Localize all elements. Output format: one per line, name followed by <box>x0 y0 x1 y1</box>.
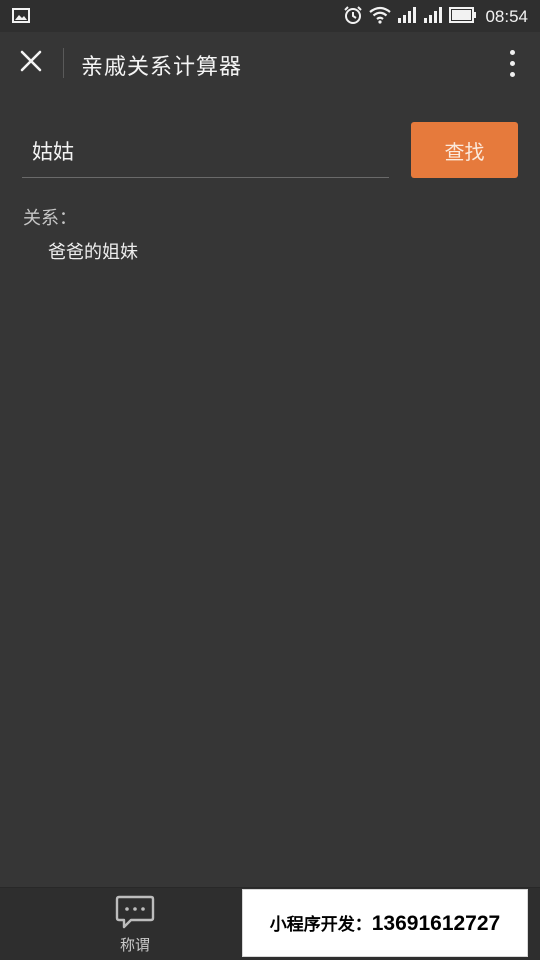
page-title: 亲戚关系计算器 <box>81 55 243 80</box>
alarm-icon <box>343 5 363 29</box>
search-button[interactable]: 查找 <box>411 122 518 178</box>
wifi-icon <box>369 6 392 28</box>
more-vertical-icon <box>509 49 515 55</box>
relation-label: 关系： <box>23 208 77 229</box>
ad-text: 小程序开发：13691612727 <box>270 910 500 936</box>
search-input[interactable] <box>22 124 389 178</box>
close-icon <box>20 50 42 76</box>
ad-banner: 小程序开发：13691612727 <box>242 889 528 957</box>
battery-icon <box>449 7 477 27</box>
signal-icon <box>397 6 417 28</box>
more-dot <box>509 71 515 77</box>
status-time: 08:54 <box>485 7 528 26</box>
more-button[interactable] <box>500 46 524 80</box>
more-dot <box>509 60 515 66</box>
relation-value: 爸爸的姐妹 <box>48 242 138 263</box>
app-screen: 08:54 亲戚关系计算器 查找 关系： 爸爸的姐妹 <box>0 0 540 960</box>
title-divider <box>63 48 64 78</box>
ad-label: 小程序开发： <box>269 915 372 934</box>
signal-icon <box>423 6 443 28</box>
title-bar: 亲戚关系计算器 <box>0 32 540 94</box>
ad-phone: 13691612727 <box>371 912 501 935</box>
tab-label: 称谓 <box>119 936 150 954</box>
image-notification-icon <box>12 8 30 27</box>
status-bar: 08:54 <box>0 0 540 32</box>
close-button[interactable] <box>14 46 48 80</box>
chat-bubble-icon <box>115 894 155 934</box>
status-icons: 08:54 <box>343 5 528 29</box>
tab-title[interactable]: 称谓 <box>95 894 175 958</box>
